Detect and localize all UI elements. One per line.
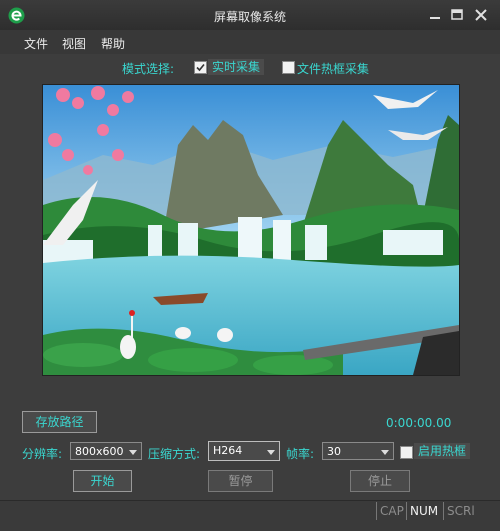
realtime-checkbox[interactable]	[194, 61, 207, 74]
enable-hotframe-label[interactable]: 启用热框	[414, 443, 471, 459]
num-lock-indicator: NUM	[406, 502, 438, 520]
framerate-label: 帧率:	[286, 447, 315, 461]
pause-button[interactable]: 暂停	[208, 470, 273, 492]
compression-select[interactable]: H264	[208, 441, 280, 461]
minimize-icon[interactable]	[428, 9, 442, 21]
resolution-value: 800x600	[75, 445, 124, 458]
caps-lock-indicator: CAP	[376, 502, 404, 520]
maximize-icon[interactable]	[450, 9, 464, 21]
framerate-select[interactable]: 30	[322, 442, 394, 460]
compression-label: 压缩方式:	[148, 447, 201, 461]
menu-help[interactable]: 帮助	[101, 35, 125, 52]
close-icon[interactable]	[474, 9, 488, 21]
menu-bar: 文件 视图 帮助	[0, 30, 500, 54]
start-button[interactable]: 开始	[73, 470, 132, 492]
stop-button[interactable]: 停止	[350, 470, 410, 492]
menu-view[interactable]: 视图	[62, 35, 86, 52]
chevron-down-icon	[381, 450, 389, 455]
status-bar: CAP NUM SCRl	[0, 500, 500, 531]
landscape-scene	[43, 85, 459, 375]
file-hotframe-option-label[interactable]: 文件热框采集	[297, 60, 369, 77]
check-icon	[196, 63, 205, 72]
resolution-label: 分辨率:	[22, 447, 63, 461]
recording-timer: 0:00:00.00	[386, 416, 452, 430]
file-hotframe-checkbox[interactable]	[282, 61, 295, 74]
mode-label: 模式选择:	[122, 62, 175, 76]
title-bar: 屏幕取像系统	[0, 0, 500, 31]
realtime-option-label[interactable]: 实时采集	[208, 59, 265, 75]
window-title: 屏幕取像系统	[213, 10, 286, 24]
scroll-lock-indicator: SCRl	[443, 502, 475, 520]
menu-file[interactable]: 文件	[24, 35, 48, 52]
capture-preview-image	[42, 84, 460, 376]
save-path-button[interactable]: 存放路径	[22, 411, 97, 433]
chevron-down-icon	[267, 450, 275, 455]
enable-hotframe-checkbox[interactable]	[400, 446, 413, 459]
compression-value: H264	[213, 444, 243, 457]
resolution-select[interactable]: 800x600	[70, 442, 142, 460]
chevron-down-icon	[129, 450, 137, 455]
framerate-value: 30	[327, 445, 341, 458]
